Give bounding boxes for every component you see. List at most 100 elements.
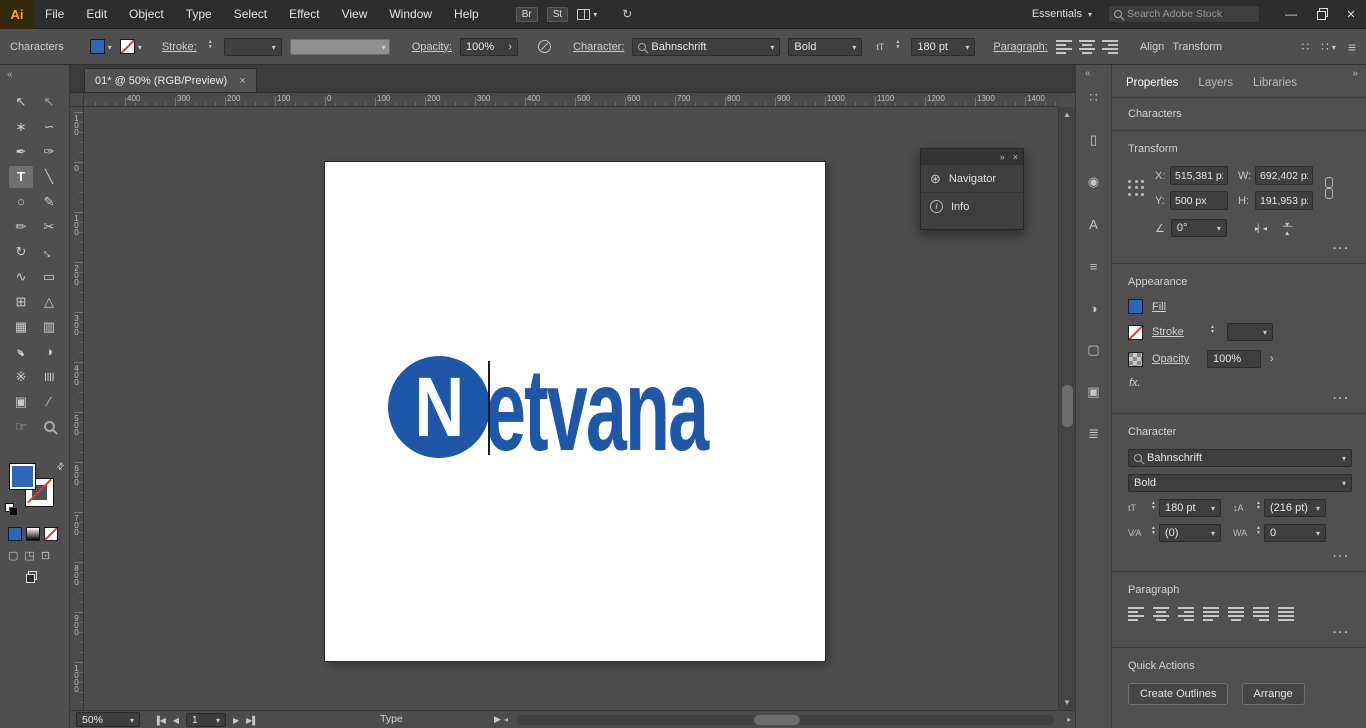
minimize-button[interactable]: — bbox=[1276, 0, 1306, 29]
curvature-tool[interactable]: ✑ bbox=[37, 141, 61, 163]
stroke-weight-dropdown[interactable] bbox=[223, 37, 282, 56]
ruler-origin-corner[interactable] bbox=[70, 93, 84, 107]
effects-button[interactable]: fx. bbox=[1129, 377, 1352, 389]
height-field[interactable] bbox=[1255, 191, 1313, 210]
more-transform-options-button[interactable]: ··· bbox=[1128, 241, 1352, 259]
rotate-tool[interactable]: ↻ bbox=[9, 241, 33, 263]
stock-button[interactable]: St bbox=[546, 6, 569, 22]
fill-color-dropdown[interactable] bbox=[89, 39, 112, 54]
arrange-documents-button[interactable] bbox=[577, 8, 597, 20]
symbol-sprayer-tool[interactable]: ※ bbox=[9, 366, 33, 388]
stroke-color-swatch[interactable] bbox=[1128, 324, 1143, 340]
collapse-panel-icon[interactable]: » bbox=[1352, 68, 1358, 79]
hand-tool[interactable]: ☞ bbox=[9, 416, 33, 438]
bridge-button[interactable]: Br bbox=[515, 6, 538, 22]
zoom-level-dropdown[interactable]: 50% bbox=[76, 712, 140, 727]
paintbrush-tool[interactable]: ✎ bbox=[37, 191, 61, 213]
align-panel-icon[interactable]: ≣ bbox=[1082, 423, 1106, 445]
scroll-down-icon[interactable]: ▼ bbox=[1059, 698, 1075, 707]
document-tab[interactable]: 01* @ 50% (RGB/Preview) × bbox=[84, 68, 257, 92]
rotation-dropdown[interactable]: 0° bbox=[1170, 219, 1227, 237]
layers-panel-icon[interactable]: ▣ bbox=[1082, 381, 1106, 403]
mesh-tool[interactable]: ▦ bbox=[9, 316, 33, 338]
slice-tool[interactable]: ∕ bbox=[37, 391, 61, 413]
stroke-panel-icon[interactable]: ≡ bbox=[1082, 255, 1106, 277]
previous-artboard-button[interactable]: ◀ bbox=[173, 716, 179, 725]
magic-wand-tool[interactable]: ∗ bbox=[9, 116, 33, 138]
type-tool[interactable]: T bbox=[9, 165, 33, 188]
column-graph-tool[interactable]: ≣ bbox=[38, 365, 60, 389]
free-transform-tool[interactable]: ▭ bbox=[37, 266, 61, 288]
font-family-dropdown[interactable]: Bahnschrift bbox=[1128, 449, 1352, 467]
artboard[interactable]: N etvana bbox=[325, 162, 825, 661]
align-left-icon[interactable] bbox=[1055, 39, 1072, 54]
justify-last-right-icon[interactable] bbox=[1253, 607, 1269, 621]
font-style-dropdown[interactable]: Bold bbox=[788, 37, 863, 56]
more-paragraph-options-button[interactable]: ··· bbox=[1128, 625, 1352, 643]
leading-stepper[interactable]: ▲ ▼ bbox=[1253, 501, 1264, 513]
appearance-panel-icon[interactable]: ▢ bbox=[1082, 339, 1106, 361]
default-fill-stroke-icon[interactable] bbox=[5, 503, 18, 516]
eyedropper-tool[interactable]: ✒ bbox=[5, 335, 38, 368]
selection-tool[interactable]: ↖ bbox=[9, 91, 33, 113]
canvas[interactable]: N etvana » × ⊛ Navigator i Info bbox=[84, 107, 1058, 710]
tab-libraries[interactable]: Libraries bbox=[1253, 77, 1297, 89]
scroll-up-icon[interactable]: ▲ bbox=[1059, 110, 1075, 119]
color-panel-icon[interactable]: ◉ bbox=[1082, 171, 1106, 193]
color-button[interactable] bbox=[8, 527, 22, 541]
stroke-color-dropdown[interactable] bbox=[119, 39, 142, 54]
horizontal-scrollbar[interactable] bbox=[516, 715, 1054, 725]
swap-fill-stroke-icon[interactable]: ⇄ bbox=[55, 460, 68, 473]
panel-menu-icon[interactable]: ≡ bbox=[1348, 39, 1356, 55]
link-dimensions-icon[interactable] bbox=[1323, 177, 1333, 199]
transform-panel-link[interactable]: Transform bbox=[1172, 41, 1222, 53]
brush-definition-dropdown[interactable] bbox=[289, 38, 390, 55]
first-artboard-button[interactable]: ▐◀ bbox=[154, 716, 166, 725]
restore-button[interactable] bbox=[1306, 0, 1336, 29]
tracking-dropdown[interactable]: 0 bbox=[1264, 524, 1326, 542]
align-panel-link[interactable]: Align bbox=[1140, 41, 1164, 53]
gradient-tool[interactable]: ▥ bbox=[37, 316, 61, 338]
fill-color-swatch[interactable] bbox=[1128, 299, 1143, 314]
kerning-stepper[interactable]: ▲ ▼ bbox=[1148, 526, 1159, 538]
eraser-tool[interactable]: ✂ bbox=[37, 216, 61, 238]
stroke-link[interactable]: Stroke bbox=[1152, 326, 1198, 338]
artboard-number-dropdown[interactable]: 1 bbox=[185, 713, 226, 727]
draw-behind-icon[interactable]: ◳ bbox=[24, 549, 34, 562]
create-outlines-button[interactable]: Create Outlines bbox=[1128, 683, 1229, 705]
menu-window[interactable]: Window bbox=[378, 0, 443, 29]
width-field[interactable] bbox=[1255, 166, 1313, 185]
menu-view[interactable]: View bbox=[331, 0, 379, 29]
vertical-scrollbar[interactable]: ▲ ▼ bbox=[1058, 107, 1075, 710]
tab-properties[interactable]: Properties bbox=[1126, 77, 1178, 89]
more-options-dropdown[interactable]: ∷ bbox=[1321, 40, 1336, 54]
kerning-dropdown[interactable]: (0) bbox=[1159, 524, 1221, 542]
lasso-tool[interactable]: ∽ bbox=[37, 116, 61, 138]
stroke-weight-stepper[interactable]: ▲ ▼ bbox=[205, 39, 216, 52]
horizontal-scroll-handle[interactable] bbox=[754, 715, 800, 725]
opacity-dropdown[interactable]: 100% bbox=[1207, 350, 1261, 368]
panel-collapse-icon[interactable]: » bbox=[1000, 152, 1005, 162]
align-right-icon[interactable] bbox=[1178, 607, 1194, 621]
vertical-scroll-handle[interactable] bbox=[1062, 385, 1073, 427]
menu-file[interactable]: File bbox=[34, 0, 75, 29]
next-artboard-button[interactable]: ▶ bbox=[233, 716, 239, 725]
y-field[interactable] bbox=[1170, 191, 1228, 210]
status-menu-icon[interactable]: ▶ bbox=[494, 714, 501, 725]
screen-mode-button[interactable] bbox=[26, 571, 37, 585]
menu-type[interactable]: Type bbox=[175, 0, 223, 29]
flip-vertical-icon[interactable]: ▸▏◂ bbox=[1283, 222, 1292, 233]
scale-tool[interactable]: ↔ bbox=[33, 235, 66, 268]
draw-inside-icon[interactable]: ⊡ bbox=[41, 549, 50, 562]
menu-edit[interactable]: Edit bbox=[75, 0, 118, 29]
tab-layers[interactable]: Layers bbox=[1198, 77, 1233, 89]
font-family-dropdown[interactable]: Bahnschrift bbox=[632, 37, 781, 56]
opacity-dropdown[interactable]: 100% › bbox=[460, 37, 519, 56]
artboards-panel-icon[interactable]: ▯ bbox=[1082, 129, 1106, 151]
width-tool[interactable]: ∿ bbox=[9, 266, 33, 288]
collapse-tools-icon[interactable]: « bbox=[7, 69, 13, 80]
stroke-weight-dropdown[interactable] bbox=[1227, 323, 1273, 341]
more-character-options-button[interactable]: ··· bbox=[1128, 549, 1352, 567]
scroll-right-icon[interactable]: ▸ bbox=[1067, 715, 1071, 724]
font-style-dropdown[interactable]: Bold bbox=[1128, 474, 1352, 492]
